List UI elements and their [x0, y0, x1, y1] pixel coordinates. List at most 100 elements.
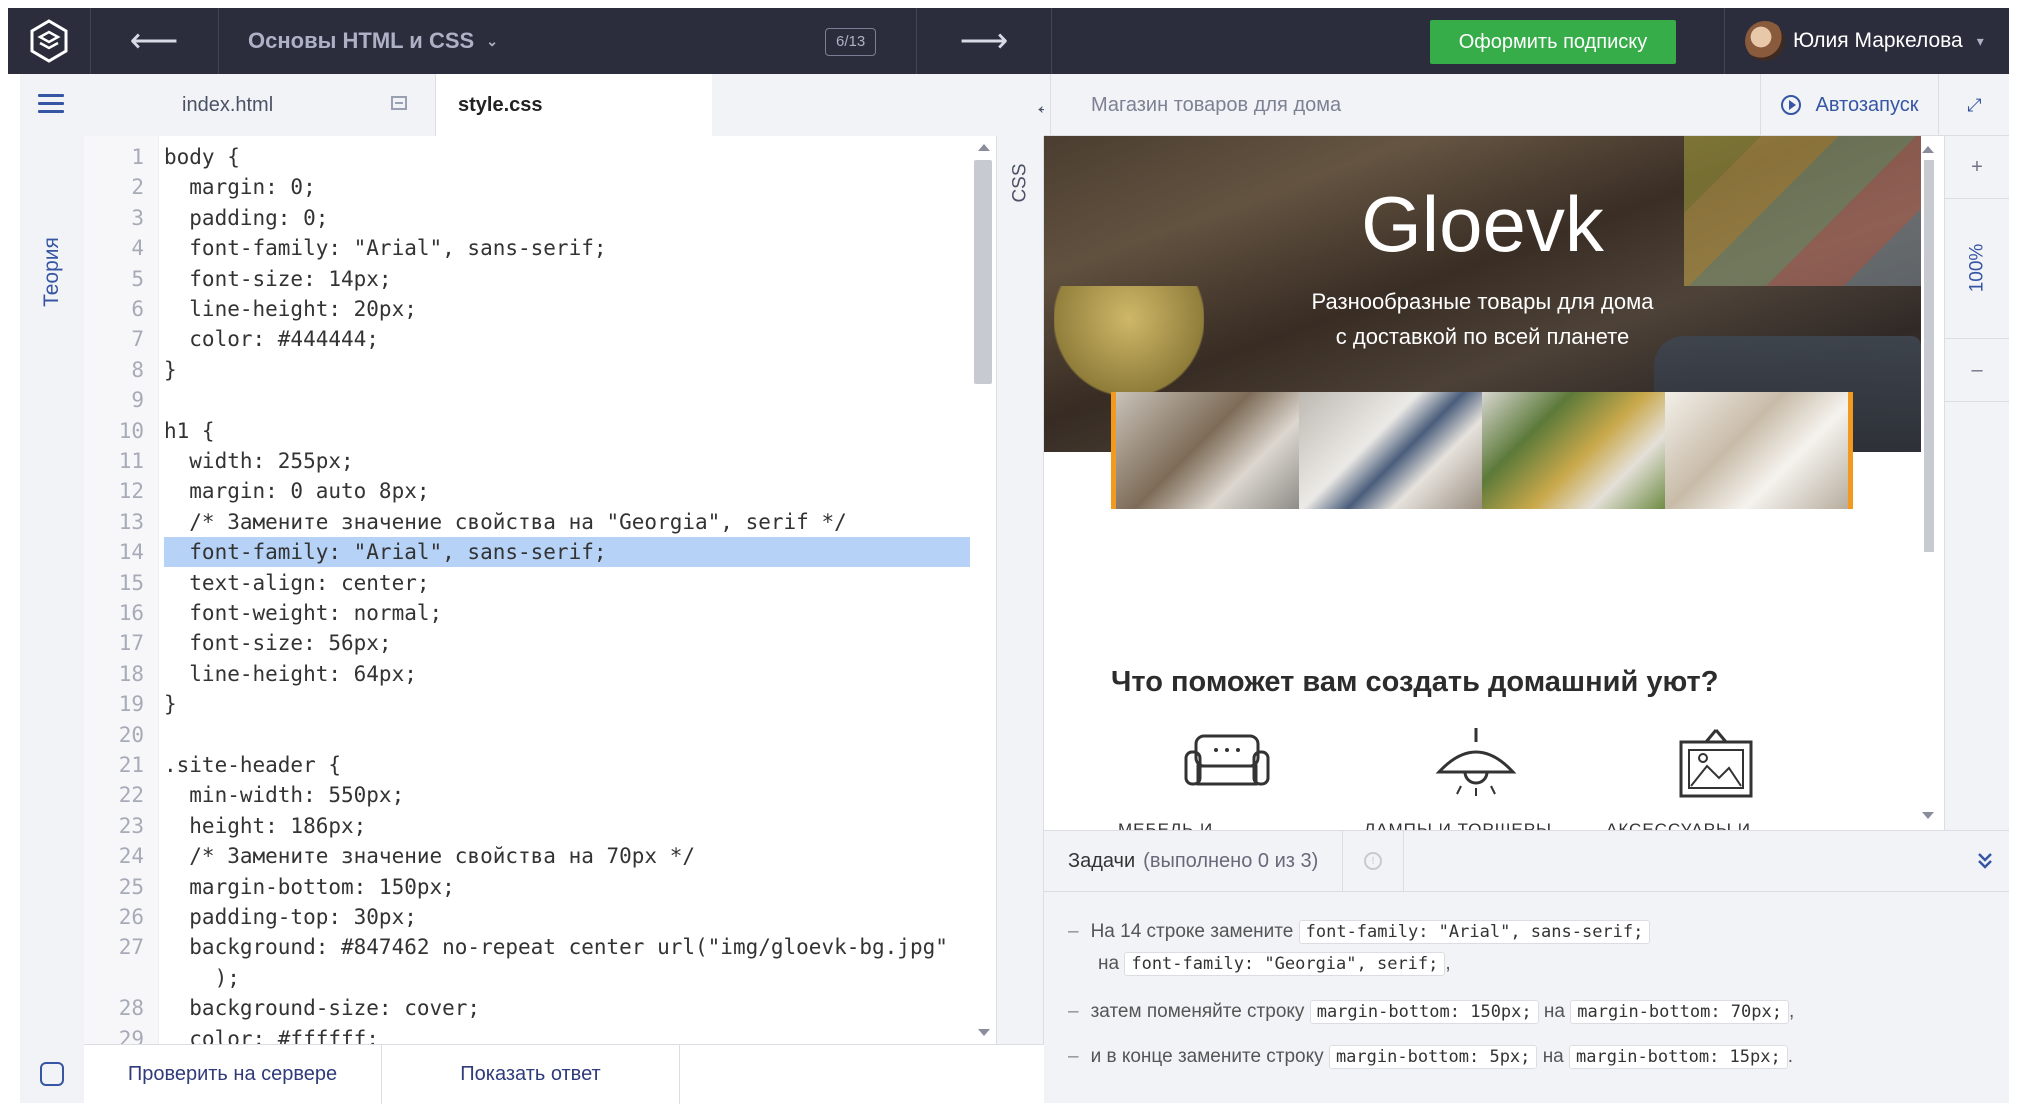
- site-title: Gloevk: [1361, 180, 1604, 268]
- code-line[interactable]: 20: [84, 720, 996, 750]
- code-text: font-family: "Arial", sans-serif;: [164, 236, 607, 261]
- code-text: font-size: 56px;: [164, 631, 392, 656]
- line-number: 9: [131, 388, 144, 413]
- code-line[interactable]: 5 font-size: 14px;: [84, 264, 996, 294]
- code-line[interactable]: 27 background: #847462 no-repeat center …: [84, 932, 996, 962]
- task-code: font-family: "Georgia", serif;: [1124, 952, 1446, 976]
- code-line[interactable]: 6 line-height: 20px;: [84, 294, 996, 324]
- code-editor[interactable]: 1 body {2 margin: 0; 3 padding: 0; 4 font-f…: [84, 136, 996, 1044]
- code-line[interactable]: 19}: [84, 689, 996, 719]
- code-line[interactable]: 4 font-family: "Arial", sans-serif;: [84, 233, 996, 263]
- code-line[interactable]: 10 h1 {: [84, 416, 996, 446]
- code-line[interactable]: 22 min-width: 550px;: [84, 780, 996, 810]
- task-item: – затем поменяйте строку margin-bottom: 1…: [1068, 1000, 1795, 1024]
- code-line[interactable]: 23 height: 186px;: [84, 811, 996, 841]
- zoom-out-button[interactable]: –: [1945, 338, 2009, 402]
- scroll-up-icon[interactable]: [978, 144, 990, 151]
- code-line[interactable]: 15 text-align: center;: [84, 568, 996, 598]
- tasks-title: Задачи (выполнено 0 из 3): [1068, 831, 1318, 891]
- line-number: 1: [131, 145, 144, 169]
- code-line[interactable]: 13 /* Замените значение свойства на "Geo…: [84, 507, 996, 537]
- line-number: 8: [131, 357, 144, 382]
- zoom-in-button[interactable]: +: [1945, 136, 2009, 199]
- code-line[interactable]: 9: [84, 385, 996, 415]
- collapse-tasks-icon[interactable]: [1960, 831, 2009, 891]
- top-bar: ⟵ Основы HTML и CSS ⌄ 6/13 ⟶ Оформить по…: [8, 8, 2009, 74]
- theory-tab[interactable]: Теория: [20, 222, 84, 322]
- code-text: body {: [164, 145, 240, 169]
- code-line[interactable]: 1 body {: [84, 142, 996, 172]
- lamp-icon: [1435, 728, 1517, 796]
- editor-scrollbar-thumb[interactable]: [974, 160, 992, 384]
- preview-scrollbar-thumb[interactable]: [1924, 160, 1934, 552]
- code-text: h1 {: [164, 418, 215, 443]
- line-number: 24: [118, 844, 144, 869]
- minimize-icon[interactable]: [391, 96, 407, 110]
- tab-style-css[interactable]: style.css: [436, 74, 712, 136]
- preview-frame[interactable]: Gloevk Разнообразные товары для дома с д…: [1044, 136, 1921, 830]
- code-line[interactable]: 7 color: #444444;: [84, 324, 996, 354]
- code-line[interactable]: 17 font-size: 56px;: [84, 628, 996, 658]
- css-panel-strip: CSS: [996, 136, 1044, 1044]
- scroll-up-icon[interactable]: [1922, 146, 1934, 153]
- task-code: font-family: "Arial", sans-serif;: [1298, 920, 1651, 944]
- line-number: 12: [118, 479, 144, 504]
- picture-frame-icon: [1679, 729, 1753, 798]
- code-line[interactable]: 14 font-family: "Arial", sans-serif;: [84, 537, 996, 568]
- code-line[interactable]: 25 margin-bottom: 150px;: [84, 872, 996, 902]
- course-title-dropdown[interactable]: Основы HTML и CSS ⌄: [248, 8, 498, 74]
- subscribe-button[interactable]: Оформить подписку: [1430, 20, 1676, 64]
- code-text: height: 186px;: [164, 813, 367, 838]
- menu-icon[interactable]: [38, 94, 64, 116]
- code-line[interactable]: 11 width: 255px;: [84, 446, 996, 476]
- check-on-server-button[interactable]: Проверить на сервере: [84, 1045, 382, 1104]
- code-text: min-width: 550px;: [164, 783, 405, 808]
- code-line[interactable]: 21 .site-header {: [84, 750, 996, 780]
- logo-icon[interactable]: [8, 8, 91, 74]
- tasks-heading: Задачи: [1068, 849, 1136, 872]
- task-text: на: [1542, 1046, 1564, 1067]
- code-text: padding-top: 30px;: [164, 905, 417, 929]
- task-text: и в конце замените строку: [1090, 1046, 1324, 1067]
- category-label: МЕБЕЛЬ И: [1118, 820, 1214, 830]
- code-line[interactable]: 12 margin: 0 auto 8px;: [84, 476, 996, 506]
- line-number: 10: [118, 418, 144, 443]
- tagline-line: с доставкой по всей планете: [1335, 324, 1630, 349]
- play-icon: [1781, 95, 1802, 115]
- course-title: Основы HTML и CSS: [248, 28, 475, 53]
- scroll-down-icon[interactable]: [978, 1029, 990, 1036]
- code-line[interactable]: 29 color: #ffffff;: [84, 1024, 996, 1044]
- task-text: на: [1098, 953, 1120, 974]
- css-tab[interactable]: CSS: [997, 158, 1045, 208]
- fullscreen-icon[interactable]: ⤢: [1938, 74, 2010, 136]
- line-number: 27: [118, 935, 144, 960]
- code-line[interactable]: );: [84, 963, 996, 993]
- line-number: 4: [131, 236, 144, 261]
- code-text: margin-bottom: 150px;: [164, 874, 455, 899]
- chevron-down-icon: ▾: [1976, 32, 1984, 49]
- user-menu[interactable]: Юлия Маркелова ▾: [1724, 8, 2009, 74]
- feedback-icon[interactable]: [40, 1062, 64, 1086]
- info-icon[interactable]: !: [1342, 831, 1404, 891]
- tab-index-html[interactable]: index.html: [158, 74, 436, 136]
- next-lesson-button[interactable]: ⟶: [916, 8, 1052, 74]
- task-item: – На 14 строке замените font-family: "Ari…: [1068, 916, 1651, 980]
- line-number: 18: [118, 661, 144, 686]
- code-line[interactable]: 8}: [84, 355, 996, 385]
- code-line[interactable]: 28 background-size: cover;: [84, 993, 996, 1023]
- code-line[interactable]: 18 line-height: 64px;: [84, 659, 996, 689]
- scroll-down-icon[interactable]: [1922, 812, 1934, 819]
- code-line[interactable]: 26 padding-top: 30px;: [84, 902, 996, 932]
- previous-lesson-button[interactable]: ⟵: [90, 8, 219, 74]
- tasks-list: – На 14 строке замените font-family: "Ari…: [1044, 892, 2009, 1103]
- code-line[interactable]: 2 margin: 0;: [84, 172, 996, 202]
- photo-banner: [1111, 392, 1853, 509]
- autorun-button[interactable]: Автозапуск: [1760, 74, 1939, 136]
- banner-photo: [1116, 392, 1299, 509]
- code-line[interactable]: 3 padding: 0;: [84, 203, 996, 233]
- show-answer-button[interactable]: Показать ответ: [382, 1045, 680, 1104]
- code-line[interactable]: 24 /* Замените значение свойства на 70px…: [84, 841, 996, 871]
- editor-actions: Проверить на сервере Показать ответ: [84, 1044, 1044, 1104]
- code-line[interactable]: 16 font-weight: normal;: [84, 598, 996, 628]
- line-number: 13: [118, 509, 144, 534]
